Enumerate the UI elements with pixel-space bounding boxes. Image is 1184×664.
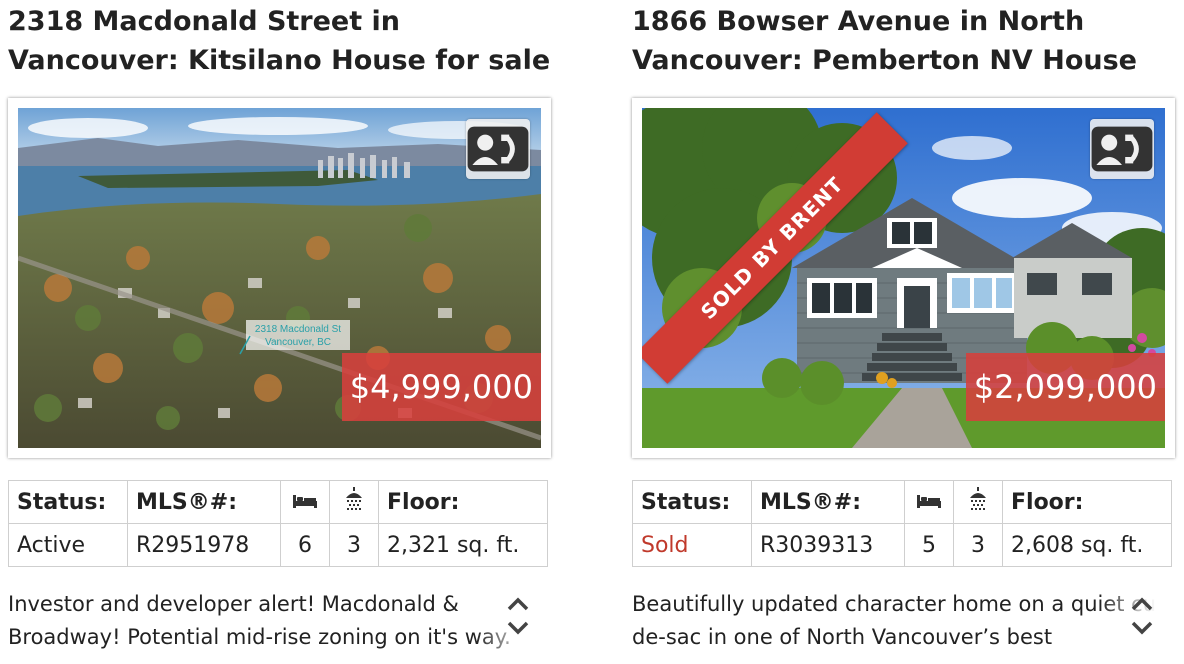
listing-photo-frame[interactable]: 2318 Macdonald St Vancouver, BC $4,999,0…: [8, 98, 551, 458]
shower-icon: [346, 487, 362, 510]
listing-photo-frame[interactable]: SOLD BY BRENT $2,099,000: [632, 98, 1175, 458]
baths-value: 3: [329, 523, 379, 567]
contact-card-icon: [1091, 126, 1153, 172]
specs-table: Status: MLS®#: Floor: Active R2951978 6 …: [8, 480, 548, 567]
bed-icon: [917, 494, 941, 508]
floor-header: Floor:: [1002, 480, 1172, 524]
price-tag: $4,999,000: [341, 353, 541, 421]
listing-description: Beautifully updated character home on a …: [632, 592, 1170, 649]
floor-header: Floor:: [378, 480, 548, 524]
scroll-down-chevron-icon[interactable]: [506, 620, 530, 636]
listing-card: 1866 Bowser Avenue in North Vancouver: P…: [632, 0, 1180, 658]
svg-text:Vancouver, BC: Vancouver, BC: [265, 337, 331, 348]
listing-description: Investor and developer alert! Macdonald …: [8, 592, 511, 649]
mls-value: R3039313: [751, 523, 905, 567]
scroll-down-chevron-icon[interactable]: [1130, 620, 1154, 636]
beds-header: [904, 480, 954, 524]
contact-card-icon: [467, 126, 529, 172]
specs-value-row: Active R2951978 6 3 2,321 sq. ft.: [8, 523, 548, 567]
listing-photo[interactable]: SOLD BY BRENT $2,099,000: [642, 108, 1165, 448]
status-header: Status:: [632, 480, 752, 524]
listing-title[interactable]: 2318 Macdonald Street in Vancouver: Kits…: [8, 2, 556, 82]
price-tag: $2,099,000: [965, 353, 1165, 421]
baths-header: [953, 480, 1003, 524]
floor-value: 2,321 sq. ft.: [378, 523, 548, 567]
status-value: Sold: [632, 523, 752, 567]
shower-icon: [970, 487, 986, 510]
listing-photo[interactable]: 2318 Macdonald St Vancouver, BC $4,999,0…: [18, 108, 541, 448]
floor-value: 2,608 sq. ft.: [1002, 523, 1172, 567]
status-header: Status:: [8, 480, 128, 524]
scroll-up-chevron-icon[interactable]: [1130, 596, 1154, 612]
beds-header: [280, 480, 330, 524]
specs-value-row: Sold R3039313 5 3 2,608 sq. ft.: [632, 523, 1172, 567]
scroll-up-chevron-icon[interactable]: [506, 596, 530, 612]
status-value: Active: [8, 523, 128, 567]
specs-header-row: Status: MLS®#: Floor:: [8, 480, 548, 524]
beds-value: 6: [280, 523, 330, 567]
listing-title[interactable]: 1866 Bowser Avenue in North Vancouver: P…: [632, 2, 1180, 82]
mls-value: R2951978: [127, 523, 281, 567]
bed-icon: [293, 494, 317, 508]
beds-value: 5: [904, 523, 954, 567]
mls-header: MLS®#:: [127, 480, 281, 524]
svg-text:2318 Macdonald St: 2318 Macdonald St: [255, 324, 341, 335]
baths-header: [329, 480, 379, 524]
specs-header-row: Status: MLS®#: Floor:: [632, 480, 1172, 524]
mls-header: MLS®#:: [751, 480, 905, 524]
contact-button[interactable]: [466, 119, 530, 179]
listing-card: 2318 Macdonald Street in Vancouver: Kits…: [8, 0, 556, 658]
contact-button[interactable]: [1090, 119, 1154, 179]
specs-table: Status: MLS®#: Floor: Sold R3039313 5 3 …: [632, 480, 1172, 567]
baths-value: 3: [953, 523, 1003, 567]
